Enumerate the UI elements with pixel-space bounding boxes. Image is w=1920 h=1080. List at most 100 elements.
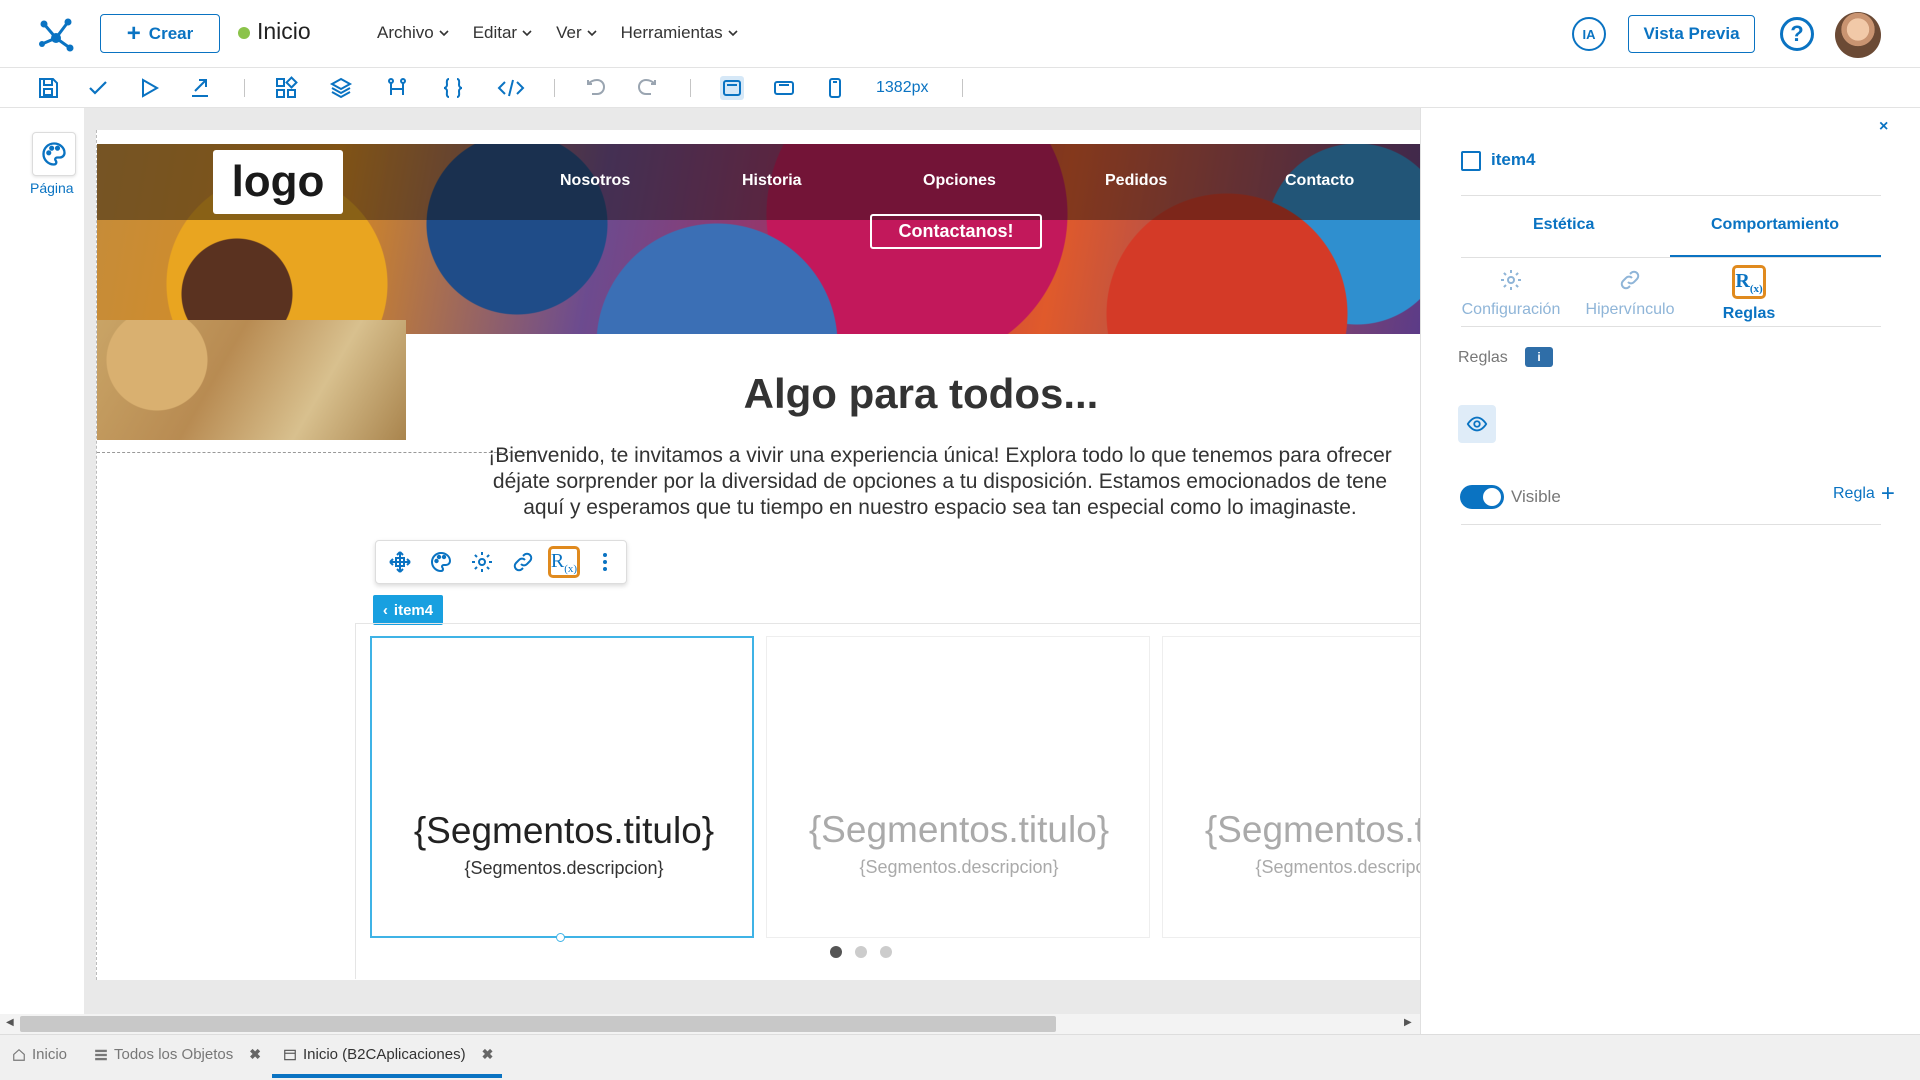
- tab-inicio[interactable]: Inicio: [12, 1046, 67, 1063]
- carousel-dot[interactable]: [855, 946, 867, 958]
- scroll-right-icon[interactable]: ▶: [1404, 1017, 1414, 1031]
- undo-icon[interactable]: [584, 76, 608, 100]
- element-name: item4: [1491, 150, 1536, 169]
- menu-herramientas[interactable]: Herramientas: [621, 23, 738, 43]
- home-icon: [13, 1048, 25, 1061]
- subtab-configuracion[interactable]: Configuración: [1451, 265, 1571, 319]
- plus-icon: +: [126, 19, 141, 47]
- move-icon[interactable]: [384, 546, 416, 578]
- scrollbar-thumb[interactable]: [20, 1016, 1056, 1032]
- components-icon[interactable]: [274, 76, 298, 100]
- info-icon[interactable]: i: [1525, 347, 1553, 367]
- layers-icon[interactable]: [329, 76, 353, 100]
- section-title[interactable]: Algo para todos...: [406, 370, 1420, 418]
- slide-title: {Segmentos.titulo}: [1204, 809, 1420, 850]
- save-icon[interactable]: [36, 76, 60, 100]
- play-icon[interactable]: [137, 76, 161, 100]
- nav-opciones[interactable]: Opciones: [923, 172, 996, 190]
- close-tab-icon[interactable]: ✖: [249, 1046, 261, 1063]
- carousel-slide[interactable]: {Segmentos.titulo} {Segmentos.descripcio…: [370, 636, 754, 942]
- rules-icon: R(x): [1732, 265, 1766, 299]
- braces-icon[interactable]: [441, 76, 465, 100]
- check-icon[interactable]: [86, 76, 110, 100]
- divider: [1461, 326, 1881, 327]
- contact-button[interactable]: Contactanos!: [870, 214, 1042, 249]
- tab-estetica[interactable]: Estética: [1533, 216, 1594, 234]
- carousel: {Segmentos.titulo} {Segmentos.descripcio…: [355, 623, 1420, 979]
- component-toolbar: R(x): [375, 540, 627, 584]
- nav-contacto[interactable]: Contacto: [1285, 172, 1354, 190]
- settings-icon[interactable]: [466, 546, 498, 578]
- chevron-down-icon: [439, 30, 449, 37]
- tab-todos-los-objetos[interactable]: Todos los Objetos ✖: [94, 1046, 261, 1063]
- tab-comportamiento[interactable]: Comportamiento: [1711, 216, 1839, 234]
- element-checkbox[interactable]: [1461, 151, 1481, 171]
- flow-icon[interactable]: [385, 76, 409, 100]
- link-icon[interactable]: [507, 546, 539, 578]
- palette-icon[interactable]: [425, 546, 457, 578]
- slide-description: {Segmentos.descripcion}: [859, 857, 1059, 877]
- close-tab-icon[interactable]: ✖: [482, 1046, 494, 1063]
- hero-image-extension: [97, 320, 406, 440]
- app-logo-icon[interactable]: [36, 14, 76, 54]
- main-menu: Archivo Editar Ver Herramientas: [377, 23, 738, 43]
- visible-toggle[interactable]: [1460, 485, 1504, 509]
- toolbar-separator: [554, 79, 555, 97]
- scroll-left-icon[interactable]: ◀: [6, 1017, 16, 1031]
- tab-inicio-b2c[interactable]: Inicio (B2CAplicaciones) ✖: [283, 1046, 493, 1063]
- desktop-icon[interactable]: [720, 76, 744, 100]
- more-icon[interactable]: [589, 546, 621, 578]
- mobile-icon[interactable]: [823, 76, 847, 100]
- nav-pedidos[interactable]: Pedidos: [1105, 172, 1167, 190]
- chevron-down-icon: [587, 30, 597, 37]
- tablet-icon[interactable]: [772, 76, 796, 100]
- settings-icon: [1496, 265, 1526, 295]
- close-icon[interactable]: ×: [1879, 118, 1888, 136]
- create-button[interactable]: + Crear: [100, 14, 220, 53]
- nav-nosotros[interactable]: Nosotros: [560, 172, 630, 190]
- visible-label: Visible: [1511, 487, 1561, 506]
- eye-icon[interactable]: [1458, 405, 1496, 443]
- section-description[interactable]: ¡Bienvenido, te invitamos a vivir una ex…: [460, 443, 1420, 521]
- page-style-button[interactable]: [32, 132, 76, 176]
- rules-icon[interactable]: R(x): [548, 546, 580, 578]
- component-tag[interactable]: ‹ item4: [373, 595, 443, 625]
- carousel-dot[interactable]: [830, 946, 842, 958]
- resize-handle[interactable]: [556, 933, 565, 942]
- page-name: Inicio: [257, 18, 311, 44]
- menu-editar[interactable]: Editar: [473, 23, 532, 43]
- list-icon: [95, 1049, 107, 1060]
- divider: [1461, 257, 1881, 258]
- add-rule-button[interactable]: Regla +: [1833, 482, 1895, 506]
- nav-historia[interactable]: Historia: [742, 172, 802, 190]
- page-canvas: logo Nosotros Historia Opciones Pedidos …: [96, 130, 1420, 980]
- avatar[interactable]: [1835, 12, 1881, 58]
- preview-button[interactable]: Vista Previa: [1628, 15, 1755, 53]
- link-icon: [1615, 265, 1645, 295]
- slide-description: {Segmentos.descripcion}: [464, 858, 664, 878]
- menu-archivo[interactable]: Archivo: [377, 23, 449, 43]
- chevron-down-icon: [728, 30, 738, 37]
- ia-button[interactable]: IA: [1572, 17, 1606, 51]
- subtab-hipervinculo[interactable]: Hipervínculo: [1570, 265, 1690, 319]
- page-icon: [284, 1049, 296, 1060]
- carousel-slide[interactable]: {Segmentos.titulo} {Segmentos.descripcio…: [766, 636, 1150, 938]
- left-rail: Página: [0, 108, 84, 1016]
- carousel-slide[interactable]: {Segmentos.titulo} {Segmentos.descripcio…: [1162, 636, 1420, 938]
- chevron-down-icon: [522, 30, 532, 37]
- help-button[interactable]: ?: [1780, 17, 1814, 51]
- page-status-dot: [238, 27, 250, 39]
- carousel-dot[interactable]: [880, 946, 892, 958]
- active-tab-indicator: [272, 1074, 502, 1078]
- subtab-reglas[interactable]: R(x) Reglas: [1689, 265, 1809, 323]
- slide-description: {Segmentos.descripcion}: [1255, 857, 1420, 877]
- code-icon[interactable]: [497, 76, 525, 100]
- page-tool-label: Página: [30, 180, 74, 196]
- divider: [1461, 195, 1881, 196]
- palette-icon: [42, 142, 66, 166]
- carousel-pagination: [830, 946, 892, 958]
- publish-icon[interactable]: [188, 76, 212, 100]
- redo-icon[interactable]: [635, 76, 659, 100]
- site-logo[interactable]: logo: [213, 150, 343, 214]
- menu-ver[interactable]: Ver: [556, 23, 597, 43]
